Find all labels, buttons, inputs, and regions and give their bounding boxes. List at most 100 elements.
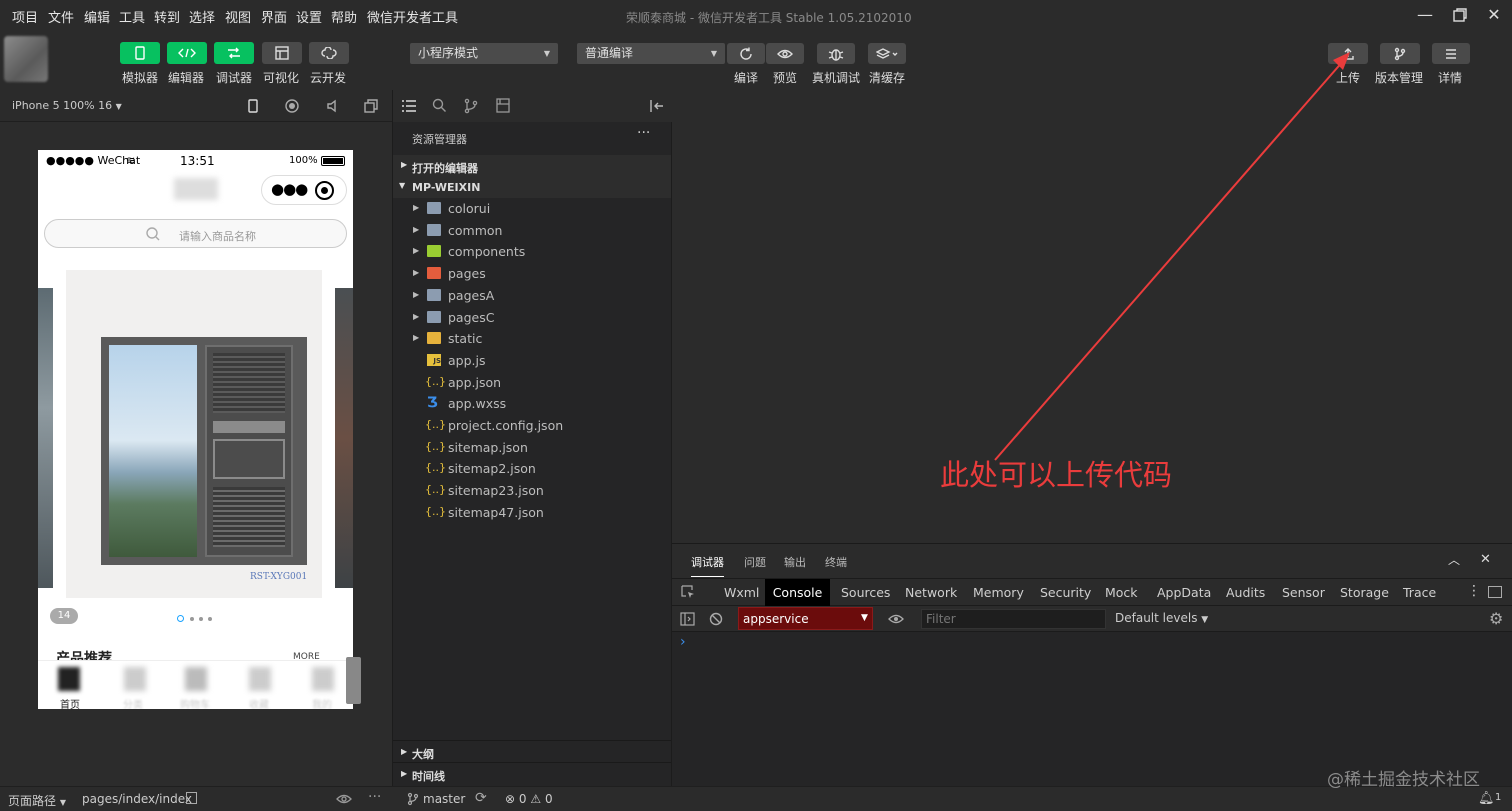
- menu-project[interactable]: 项目: [12, 7, 38, 26]
- device-select[interactable]: iPhone 5 100% 16 ▼: [12, 99, 122, 112]
- devtab-memory[interactable]: Memory: [973, 579, 1024, 606]
- kebab-menu-icon[interactable]: ⋮: [1467, 583, 1481, 599]
- category-tab-icon[interactable]: [124, 667, 146, 691]
- file-item[interactable]: {..} sitemap47.json: [393, 502, 671, 523]
- copy-icon[interactable]: [186, 792, 197, 804]
- folder-item[interactable]: ▶ pagesA: [393, 285, 671, 306]
- devtab-security[interactable]: Security: [1040, 579, 1091, 606]
- banner-next-slide[interactable]: [335, 288, 353, 588]
- carousel-dot[interactable]: [199, 617, 203, 621]
- capsule-menu[interactable]: ●●●: [261, 175, 347, 205]
- compile-button[interactable]: [727, 43, 765, 64]
- problems-status[interactable]: ⊗ 0 ⚠ 0: [505, 792, 553, 806]
- avatar[interactable]: [4, 36, 48, 82]
- search-icon[interactable]: [432, 98, 447, 113]
- branch-name[interactable]: master: [423, 792, 465, 806]
- source-control-icon[interactable]: [464, 98, 478, 114]
- devtab-sensor[interactable]: Sensor: [1282, 579, 1325, 606]
- folder-item[interactable]: ▶ common: [393, 220, 671, 241]
- debugger-toggle-button[interactable]: [214, 42, 254, 64]
- tab-profile[interactable]: 我的: [312, 696, 332, 709]
- more-icon[interactable]: ···: [368, 789, 381, 805]
- open-editors-header[interactable]: ▶ 打开的编辑器: [393, 155, 671, 177]
- upload-button[interactable]: [1328, 43, 1368, 64]
- compile-select[interactable]: 普通编译 ▼: [577, 43, 725, 64]
- project-header[interactable]: ▼ MP-WEIXIN: [393, 176, 671, 198]
- banner-prev-slide[interactable]: [38, 288, 53, 588]
- tab-home[interactable]: 首页: [60, 696, 80, 709]
- tab-cart[interactable]: 购物车: [180, 696, 210, 709]
- folder-item[interactable]: ▶ colorui: [393, 198, 671, 219]
- carousel-dot[interactable]: [190, 617, 194, 621]
- notification-bell-icon[interactable]: 🔔︎: [1478, 791, 1495, 806]
- favorite-tab-icon[interactable]: [249, 667, 271, 691]
- maximize-icon[interactable]: [1449, 4, 1471, 26]
- sidebar-toggle-icon[interactable]: [680, 612, 695, 626]
- timeline-header[interactable]: ▶ 时间线: [393, 762, 671, 784]
- menu-file[interactable]: 文件: [48, 7, 74, 26]
- editor-toggle-button[interactable]: [167, 42, 207, 64]
- carousel-dot[interactable]: [208, 617, 212, 621]
- menu-help[interactable]: 帮助: [331, 7, 357, 26]
- profile-tab-icon[interactable]: [312, 667, 334, 691]
- simulator-toggle-button[interactable]: [120, 42, 160, 64]
- file-item[interactable]: {..} app.json: [393, 372, 671, 393]
- popout-icon[interactable]: [364, 99, 378, 113]
- extensions-icon[interactable]: [496, 98, 510, 113]
- file-item[interactable]: {..} sitemap.json: [393, 437, 671, 458]
- menu-edit[interactable]: 编辑: [84, 7, 110, 26]
- more-icon[interactable]: ●●●: [271, 180, 308, 198]
- menu-view[interactable]: 视图: [225, 7, 251, 26]
- close-icon[interactable]: ✕: [1480, 552, 1491, 567]
- folder-item[interactable]: ▶ components: [393, 241, 671, 262]
- phone-scrollbar[interactable]: [346, 657, 361, 704]
- menu-tools[interactable]: 工具: [119, 7, 145, 26]
- file-item[interactable]: {..} sitemap23.json: [393, 480, 671, 501]
- log-levels-select[interactable]: Default levels ▼: [1115, 611, 1208, 625]
- banner-slide[interactable]: RST-XYG001: [66, 270, 322, 598]
- phone-icon[interactable]: [247, 99, 259, 113]
- close-window-icon[interactable]: ✕: [1483, 4, 1505, 26]
- gear-icon[interactable]: ⚙: [1489, 609, 1503, 628]
- outline-header[interactable]: ▶ 大纲: [393, 740, 671, 762]
- folder-item[interactable]: ▶ static: [393, 328, 671, 349]
- remote-debug-button[interactable]: [817, 43, 855, 64]
- file-item[interactable]: {..} project.config.json: [393, 415, 671, 436]
- tab-terminal[interactable]: 终端: [825, 554, 847, 570]
- tab-output[interactable]: 输出: [784, 554, 806, 570]
- context-select[interactable]: appservice ▼: [738, 607, 873, 630]
- preview-button[interactable]: [766, 43, 804, 64]
- file-item[interactable]: {..} sitemap2.json: [393, 458, 671, 479]
- undock-icon[interactable]: [1488, 586, 1502, 598]
- devtab-audits[interactable]: Audits: [1226, 579, 1265, 606]
- devtab-console[interactable]: Console: [765, 579, 830, 606]
- menu-devtools[interactable]: 微信开发者工具: [367, 7, 458, 26]
- volume-icon[interactable]: [326, 99, 340, 113]
- folder-item[interactable]: ▶ pages: [393, 263, 671, 284]
- sync-icon[interactable]: ⟳: [475, 790, 487, 806]
- devtab-wxml[interactable]: Wxml: [724, 579, 759, 606]
- cloud-toggle-button[interactable]: [309, 42, 349, 64]
- more-icon[interactable]: ···: [637, 125, 650, 141]
- file-item[interactable]: Ʒapp.wxss: [393, 393, 671, 414]
- menu-interface[interactable]: 界面: [261, 7, 287, 26]
- console-prompt[interactable]: ›: [680, 634, 686, 650]
- devtab-mock[interactable]: Mock: [1105, 579, 1138, 606]
- devtab-trace[interactable]: Trace: [1403, 579, 1436, 606]
- folder-item[interactable]: ▶ pagesC: [393, 307, 671, 328]
- cart-tab-icon[interactable]: [185, 667, 207, 691]
- devtab-appdata[interactable]: AppData: [1157, 579, 1211, 606]
- menu-select[interactable]: 选择: [189, 7, 215, 26]
- version-button[interactable]: [1380, 43, 1420, 64]
- files-icon[interactable]: [401, 99, 417, 113]
- console-filter-input[interactable]: [921, 609, 1106, 629]
- tab-favorite[interactable]: 收藏: [249, 696, 269, 709]
- devtab-sources[interactable]: Sources: [841, 579, 890, 606]
- minimize-icon[interactable]: —: [1414, 4, 1436, 26]
- clear-console-icon[interactable]: [709, 612, 723, 626]
- visual-toggle-button[interactable]: [262, 42, 302, 64]
- record-icon[interactable]: [285, 99, 299, 113]
- collapse-panel-icon[interactable]: [649, 99, 665, 113]
- menu-settings[interactable]: 设置: [296, 7, 322, 26]
- eye-icon[interactable]: [336, 793, 352, 805]
